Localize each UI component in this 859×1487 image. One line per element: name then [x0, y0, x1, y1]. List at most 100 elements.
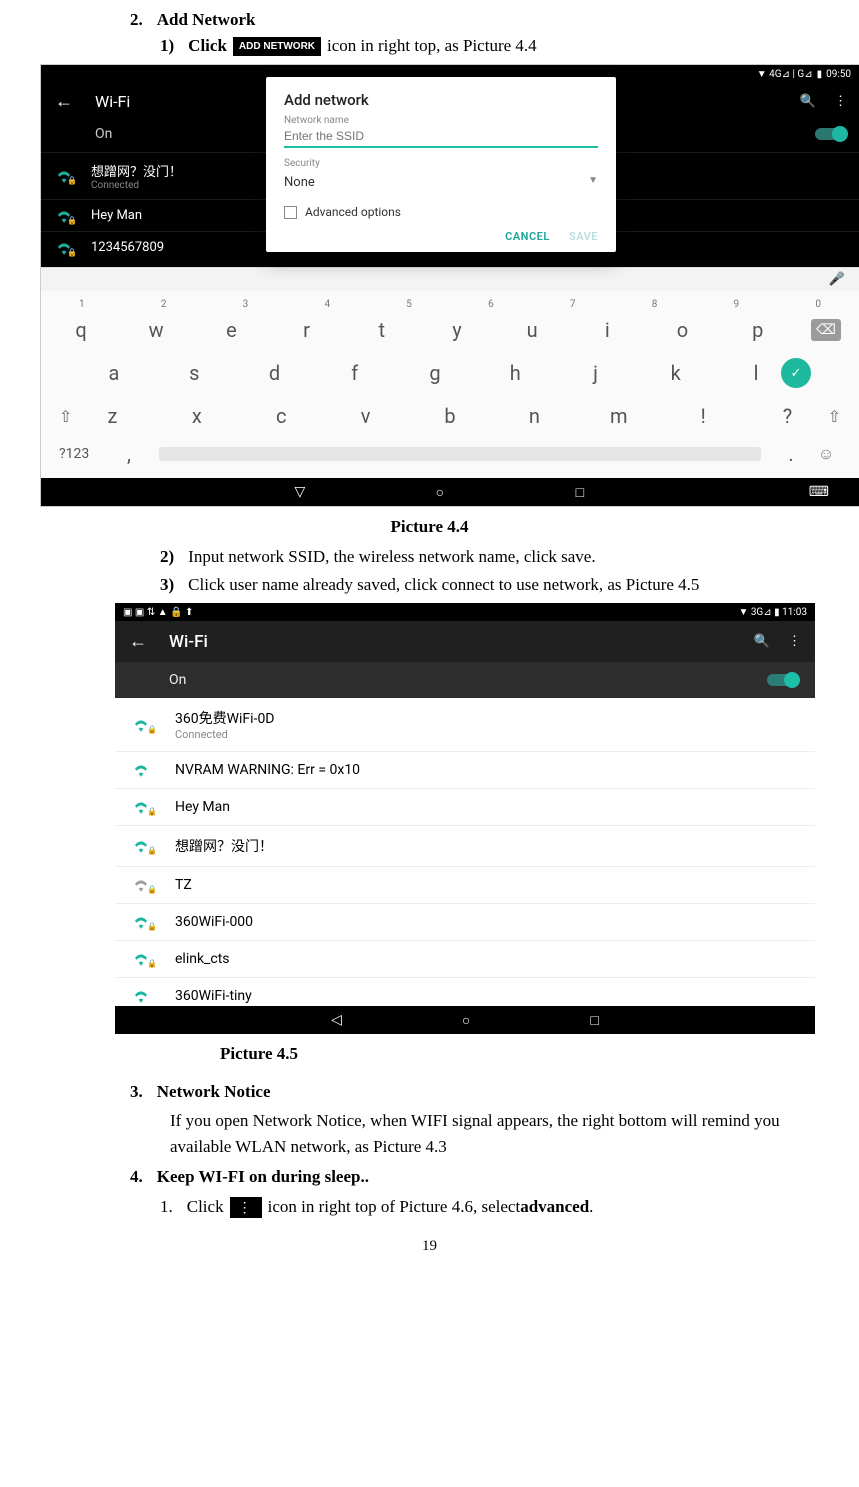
network-name: 想蹭网？没门！: [175, 836, 273, 856]
key-e[interactable]: e: [209, 318, 253, 342]
wifi-network-row[interactable]: 360WiFi-tiny: [115, 978, 815, 1006]
add-network-button-icon: ADD NETWORK: [233, 37, 321, 56]
status-bar: ▣ ▣ ⇅ ▲ 🔒 ⬆ ▼ 3G⊿ ▮ 11:03: [115, 603, 815, 621]
key-n[interactable]: n: [512, 404, 556, 428]
section-2-heading: 2. Add Network: [130, 10, 819, 30]
shift-key[interactable]: ⇧: [59, 407, 72, 426]
section-title: Add Network: [157, 10, 256, 30]
keyboard[interactable]: 1234567890 qwertyuiop⌫ asdfghjkl ✓ ⇧ zxc…: [41, 291, 859, 478]
mic-icon[interactable]: 🎤: [829, 272, 845, 287]
wifi-network-row[interactable]: 🔒360WiFi-000: [115, 904, 815, 941]
comma-key[interactable]: ,: [109, 442, 149, 466]
nav-home-icon[interactable]: ○: [420, 484, 460, 501]
symbols-key[interactable]: ?123: [59, 446, 109, 462]
key-s[interactable]: s: [169, 361, 219, 385]
substep-text-prefix: Click: [188, 36, 227, 56]
advanced-options-row[interactable]: Advanced options: [284, 197, 598, 219]
advanced-keyword: advanced: [520, 1197, 589, 1217]
key-l[interactable]: l: [731, 361, 781, 385]
search-icon[interactable]: 🔍: [800, 94, 816, 109]
key-t[interactable]: t: [360, 318, 404, 342]
nav-back-icon[interactable]: ▽: [280, 484, 320, 501]
screen-title: Wi-Fi: [169, 632, 754, 652]
key-?[interactable]: ?: [766, 404, 810, 428]
emoji-key[interactable]: ☺: [811, 444, 841, 464]
wifi-header: ← Wi-Fi 🔍 ⋮: [115, 621, 815, 662]
status-time: 09:50: [826, 69, 851, 80]
nav-recent-icon[interactable]: □: [590, 1012, 598, 1029]
back-icon[interactable]: ←: [55, 91, 73, 112]
overflow-menu-icon[interactable]: ⋮: [788, 634, 801, 649]
overflow-menu-icon[interactable]: ⋮: [834, 94, 845, 109]
hint-7: 7: [570, 299, 576, 310]
wifi-network-row[interactable]: 🔒TZ: [115, 867, 815, 904]
section-3-heading: 3. Network Notice: [130, 1082, 819, 1102]
network-name: 1234567809: [91, 240, 164, 255]
nav-home-icon[interactable]: ○: [462, 1012, 470, 1029]
search-icon[interactable]: 🔍: [754, 634, 770, 649]
key-a[interactable]: a: [89, 361, 139, 385]
wifi-toggle[interactable]: [815, 128, 845, 140]
period-key[interactable]: .: [771, 442, 811, 466]
key-i[interactable]: i: [585, 318, 629, 342]
lock-icon: 🔒: [147, 959, 157, 968]
key-p[interactable]: p: [736, 318, 780, 342]
key-d[interactable]: d: [250, 361, 300, 385]
key-r[interactable]: r: [285, 318, 329, 342]
key-c[interactable]: c: [259, 404, 303, 428]
wifi-network-row[interactable]: 🔒360免费WiFi-0DConnected: [115, 698, 815, 752]
keyboard-switch-icon[interactable]: ⌨: [809, 484, 829, 500]
key-![interactable]: !: [681, 404, 725, 428]
key-k[interactable]: k: [651, 361, 701, 385]
status-signal: ▼ 4G⊿ | G⊿: [757, 69, 813, 80]
wifi-network-row[interactable]: NVRAM WARNING: Err = 0x10: [115, 752, 815, 789]
section-title: Keep WI-FI on during sleep..: [157, 1167, 369, 1187]
caption-4-5: Picture 4.5: [220, 1044, 819, 1064]
key-b[interactable]: b: [428, 404, 472, 428]
back-icon[interactable]: ←: [129, 631, 147, 652]
key-x[interactable]: x: [175, 404, 219, 428]
screenshot-4-5: ▣ ▣ ⇅ ▲ 🔒 ⬆ ▼ 3G⊿ ▮ 11:03 ← Wi-Fi 🔍 ⋮ On…: [115, 603, 815, 1034]
android-navbar: ◁ ○ □: [115, 1006, 815, 1034]
network-name: elink_cts: [175, 951, 230, 967]
key-v[interactable]: v: [344, 404, 388, 428]
shift-key-right[interactable]: ⇧: [828, 407, 841, 426]
key-m[interactable]: m: [597, 404, 641, 428]
nav-back-icon[interactable]: ◁: [331, 1012, 342, 1028]
enter-key[interactable]: ✓: [781, 358, 811, 388]
key-u[interactable]: u: [510, 318, 554, 342]
space-key[interactable]: [159, 447, 761, 461]
substep-num: 3): [160, 575, 174, 595]
ssid-input[interactable]: [284, 126, 598, 148]
hint-5: 5: [406, 299, 412, 310]
wifi-signal-icon: 🔒: [55, 169, 73, 183]
security-value: None: [284, 175, 315, 190]
key-w[interactable]: w: [134, 318, 178, 342]
wifi-network-row[interactable]: 🔒Hey Man: [115, 789, 815, 826]
key-y[interactable]: y: [435, 318, 479, 342]
section-num: 3.: [130, 1082, 143, 1102]
wifi-toggle[interactable]: [767, 674, 797, 686]
key-h[interactable]: h: [490, 361, 540, 385]
lock-icon: 🔒: [67, 248, 77, 257]
key-z[interactable]: z: [90, 404, 134, 428]
section-title: Network Notice: [157, 1082, 271, 1102]
nav-recent-icon[interactable]: □: [560, 484, 600, 501]
backspace-key[interactable]: ⌫: [811, 319, 841, 341]
advanced-checkbox[interactable]: [284, 206, 297, 219]
substep-3: 3) Click user name already saved, click …: [160, 575, 819, 595]
network-name: 360WiFi-000: [175, 914, 253, 930]
save-button[interactable]: SAVE: [569, 230, 598, 243]
cancel-button[interactable]: CANCEL: [505, 230, 550, 243]
key-j[interactable]: j: [571, 361, 621, 385]
key-g[interactable]: g: [410, 361, 460, 385]
key-o[interactable]: o: [661, 318, 705, 342]
key-q[interactable]: q: [59, 318, 103, 342]
key-f[interactable]: f: [330, 361, 380, 385]
wifi-signal-icon: 🔒: [55, 241, 73, 255]
substep-text: Input network SSID, the wireless network…: [188, 547, 595, 567]
wifi-network-row[interactable]: 🔒想蹭网？没门！: [115, 826, 815, 867]
wifi-network-row[interactable]: 🔒 elink_cts: [115, 941, 815, 978]
advanced-label: Advanced options: [305, 205, 401, 219]
security-dropdown[interactable]: None ▼: [284, 169, 598, 197]
